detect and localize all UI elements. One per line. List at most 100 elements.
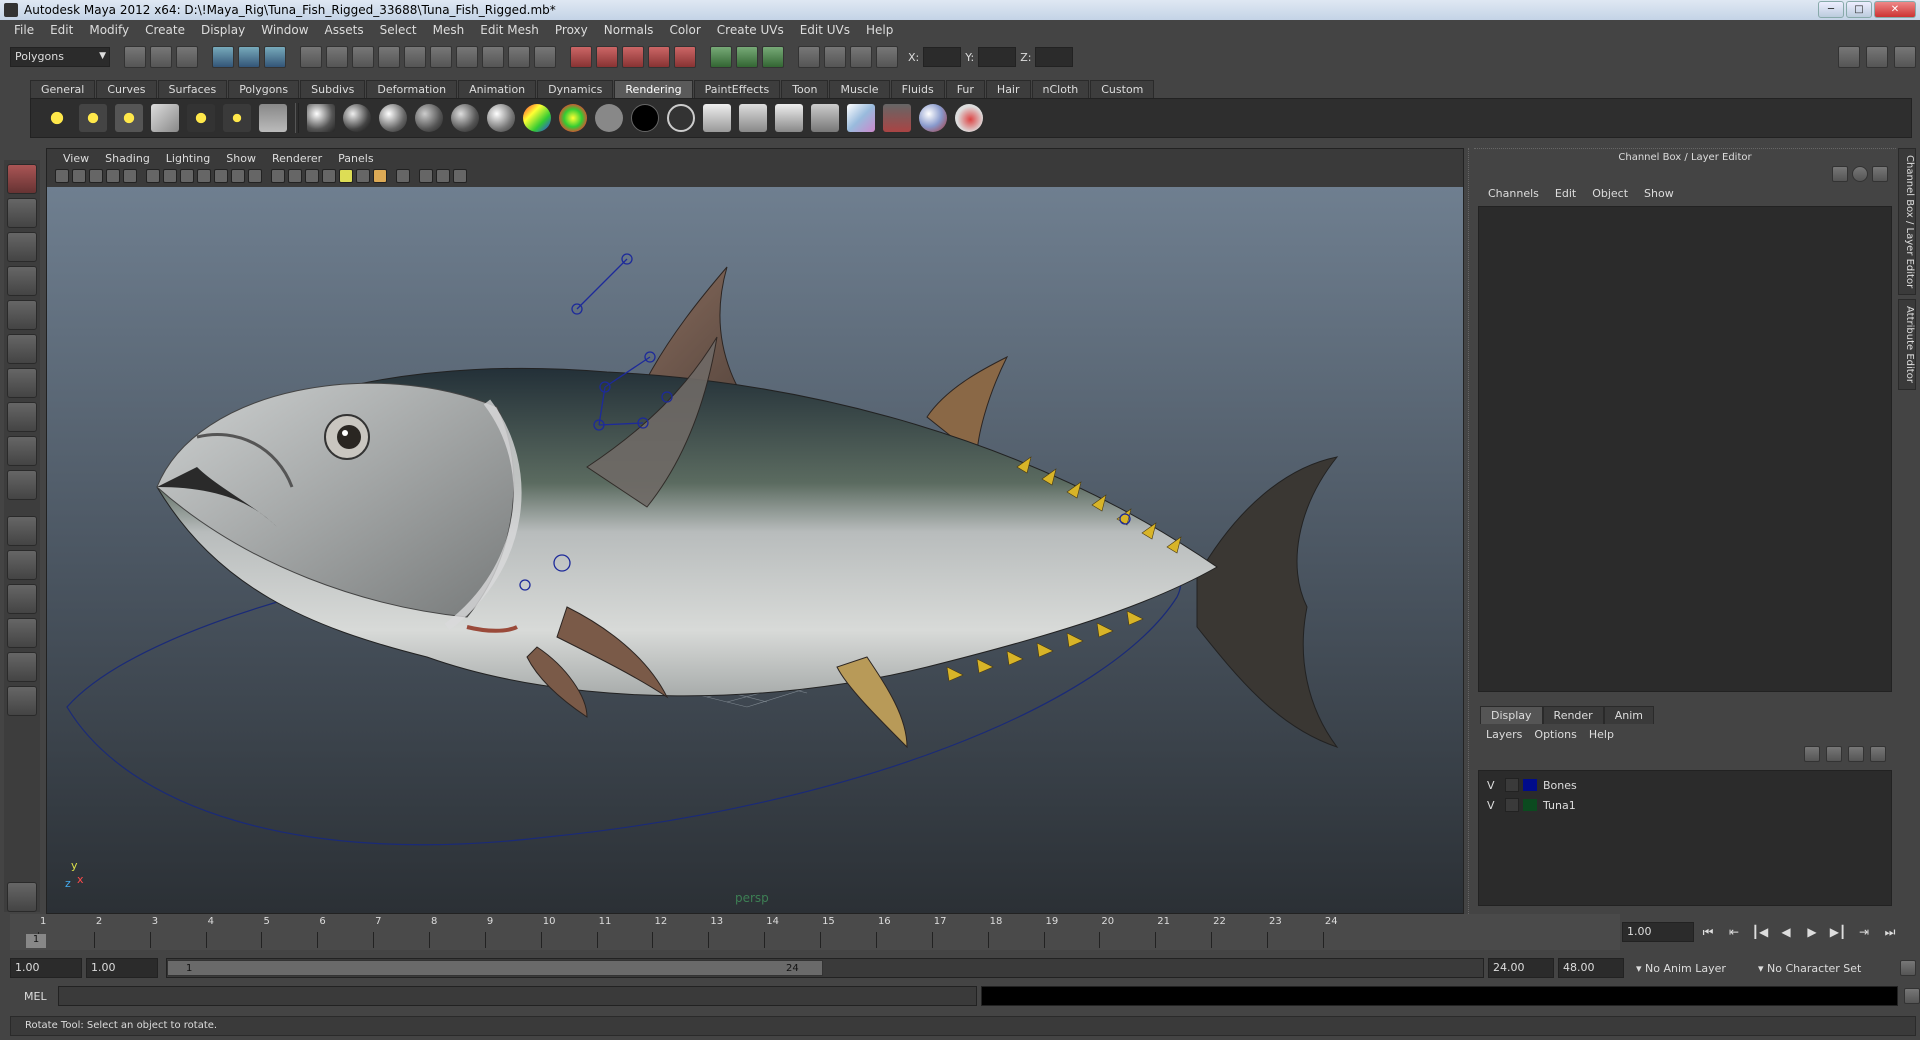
layer-menu-options[interactable]: Options: [1528, 728, 1582, 741]
menu-color[interactable]: Color: [661, 23, 708, 37]
close-button[interactable]: ✕: [1874, 1, 1916, 18]
universal-manipulator-icon[interactable]: [7, 368, 37, 398]
snap-point-icon[interactable]: [622, 46, 644, 68]
go-to-end-button[interactable]: ⏭: [1880, 922, 1900, 942]
layer-visibility-toggle[interactable]: V: [1487, 779, 1501, 792]
open-scene-icon[interactable]: [150, 46, 172, 68]
persp-graph-layout-icon[interactable]: [7, 618, 37, 648]
toggle-channel-box-icon[interactable]: [1894, 46, 1916, 68]
play-backwards-button[interactable]: ◀: [1776, 922, 1796, 942]
hypershade-icon[interactable]: [703, 104, 731, 132]
current-frame-marker[interactable]: 1: [26, 934, 46, 948]
panel-menu-panels[interactable]: Panels: [330, 152, 381, 165]
time-slider[interactable]: 1 2 3 4 5 6 7 8 9 10 11 12 13 14 15 16 17 18 19 20 21 22 23 24 …: [10, 914, 1620, 950]
menu-select[interactable]: Select: [372, 23, 425, 37]
safe-title-icon[interactable]: [248, 169, 262, 183]
paint-render-icon[interactable]: [955, 104, 983, 132]
spot-light-icon[interactable]: [151, 104, 179, 132]
shelf-tab-fluids[interactable]: Fluids: [890, 80, 945, 98]
menu-proxy[interactable]: Proxy: [547, 23, 596, 37]
high-quality-icon[interactable]: [373, 169, 387, 183]
lambert-material-icon[interactable]: [343, 104, 371, 132]
select-surfaces-icon[interactable]: [378, 46, 400, 68]
menu-normals[interactable]: Normals: [596, 23, 662, 37]
persp-outliner-layout-icon[interactable]: [7, 584, 37, 614]
use-all-lights-icon[interactable]: [339, 169, 353, 183]
move-layer-down-icon[interactable]: [1826, 746, 1842, 762]
menu-create[interactable]: Create: [137, 23, 193, 37]
area-light-icon[interactable]: [187, 104, 215, 132]
ramp-shader-icon[interactable]: [559, 104, 587, 132]
side-tab-attribute-editor[interactable]: Attribute Editor: [1898, 299, 1916, 391]
select-hierarchy-icon[interactable]: [212, 46, 234, 68]
grid-icon[interactable]: [146, 169, 160, 183]
shelf-tab-custom[interactable]: Custom: [1090, 80, 1155, 98]
backface-culling-icon[interactable]: [453, 169, 467, 183]
range-slider[interactable]: 1 24: [166, 958, 1484, 978]
four-view-layout-icon[interactable]: [7, 550, 37, 580]
layer-row[interactable]: V Bones: [1479, 775, 1891, 795]
x-ray-icon[interactable]: [419, 169, 433, 183]
x-field[interactable]: [923, 47, 962, 67]
channel-box-menu-object[interactable]: Object: [1584, 187, 1636, 200]
two-d-pan-zoom-icon[interactable]: [123, 169, 137, 183]
menu-set-dropdown[interactable]: Polygons ▼: [10, 47, 110, 67]
hyperbolic-icon[interactable]: [1872, 166, 1888, 182]
ambient-light-icon[interactable]: [43, 104, 71, 132]
menu-edit[interactable]: Edit: [42, 23, 81, 37]
menu-edit-uvs[interactable]: Edit UVs: [792, 23, 858, 37]
select-handles-icon[interactable]: [300, 46, 322, 68]
shelf-tab-toon[interactable]: Toon: [781, 80, 829, 98]
speed-icon[interactable]: [1852, 166, 1868, 182]
render-view-icon[interactable]: [798, 46, 820, 68]
toggle-attribute-editor-icon[interactable]: [1838, 46, 1860, 68]
maximize-button[interactable]: □: [1846, 1, 1872, 18]
select-misc-icon[interactable]: [482, 46, 504, 68]
shadows-icon[interactable]: [356, 169, 370, 183]
snap-view-plane-icon[interactable]: [648, 46, 670, 68]
layer-menu-help[interactable]: Help: [1583, 728, 1620, 741]
menu-help[interactable]: Help: [858, 23, 901, 37]
script-editor-icon[interactable]: [1904, 988, 1920, 1004]
channel-box-menu-edit[interactable]: Edit: [1547, 187, 1584, 200]
phong-material-icon[interactable]: [415, 104, 443, 132]
range-slider-handle[interactable]: 1 24: [167, 960, 823, 976]
camera-icon[interactable]: [307, 104, 335, 132]
shelf-tab-curves[interactable]: Curves: [96, 80, 157, 98]
manipulator-icon[interactable]: [1832, 166, 1848, 182]
layer-row[interactable]: V Tuna1: [1479, 795, 1891, 815]
layer-color-swatch[interactable]: [1523, 799, 1537, 811]
paint-select-tool-icon[interactable]: [7, 232, 37, 262]
select-joints-icon[interactable]: [326, 46, 348, 68]
snap-curve-icon[interactable]: [596, 46, 618, 68]
rotate-tool-icon[interactable]: [7, 300, 37, 330]
point-light-icon[interactable]: [115, 104, 143, 132]
z-field[interactable]: [1035, 47, 1074, 67]
character-set-dropdown[interactable]: ▾ No Character Set: [1758, 962, 1888, 975]
persp-graph-hypergraph-layout-icon[interactable]: [7, 686, 37, 716]
show-manipulator-icon[interactable]: [7, 436, 37, 466]
layer-tab-render[interactable]: Render: [1542, 706, 1604, 724]
output-ops-icon[interactable]: [736, 46, 758, 68]
select-camera-icon[interactable]: [55, 169, 69, 183]
image-plane-icon[interactable]: [106, 169, 120, 183]
y-field[interactable]: [978, 47, 1017, 67]
menu-edit-mesh[interactable]: Edit Mesh: [472, 23, 547, 37]
render-settings-icon[interactable]: [876, 46, 898, 68]
last-tool-icon[interactable]: [7, 470, 37, 500]
shelf-tab-polygons[interactable]: Polygons: [228, 80, 300, 98]
menu-modify[interactable]: Modify: [81, 23, 137, 37]
select-tool-icon[interactable]: [7, 164, 37, 194]
mel-label[interactable]: MEL: [0, 990, 58, 1003]
channel-box-content[interactable]: [1478, 206, 1892, 692]
input-ops-icon[interactable]: [710, 46, 732, 68]
shelf-tab-ncloth[interactable]: nCloth: [1031, 80, 1090, 98]
make-live-icon[interactable]: [674, 46, 696, 68]
menu-assets[interactable]: Assets: [317, 23, 372, 37]
step-back-frame-button[interactable]: ┃◀: [1750, 922, 1770, 942]
menu-mesh[interactable]: Mesh: [425, 23, 473, 37]
scale-tool-icon[interactable]: [7, 334, 37, 364]
lock-selection-icon[interactable]: [508, 46, 530, 68]
phongE-material-icon[interactable]: [451, 104, 479, 132]
panel-menu-renderer[interactable]: Renderer: [264, 152, 330, 165]
